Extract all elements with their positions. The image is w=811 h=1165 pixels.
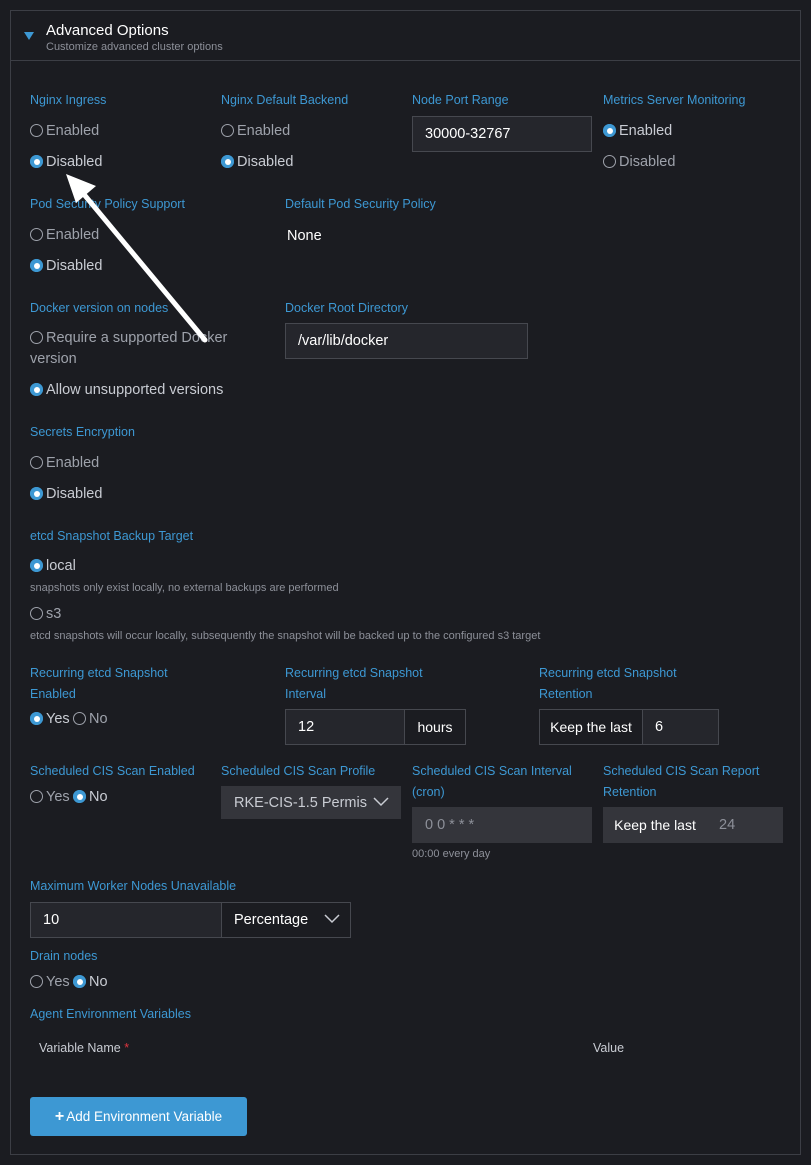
secrets-encryption-label: Secrets Encryption	[30, 425, 135, 439]
node-port-range-label: Node Port Range	[412, 93, 509, 107]
recurring-enabled-label: Recurring etcd Snapshot	[30, 666, 168, 680]
radio-on-icon[interactable]	[73, 975, 86, 988]
radio-off-icon[interactable]	[30, 975, 43, 988]
radio-on-icon[interactable]	[30, 487, 43, 500]
nginx-backend-enabled-radio[interactable]: Enabled	[221, 123, 290, 139]
value-header: Value	[593, 1041, 625, 1055]
plus-icon: +	[54, 1107, 65, 1125]
radio-on-icon[interactable]	[30, 155, 43, 168]
cis-interval-help: 00:00 every day	[412, 848, 491, 860]
recurring-enabled-no-radio[interactable]: No	[73, 711, 108, 727]
variable-name-header: Variable Name *	[39, 1041, 130, 1055]
radio-off-icon[interactable]	[30, 124, 43, 137]
cis-enabled-no-radio[interactable]: No	[73, 789, 108, 805]
nginx-ingress-enabled-radio[interactable]: Enabled	[30, 123, 99, 139]
docker-version-required-radio[interactable]: Require a supported Docker	[30, 330, 227, 346]
add-environment-variable-button[interactable]: + Add Environment Variable	[30, 1097, 247, 1136]
cis-profile-value: RKE-CIS-1.5 Permis	[234, 794, 367, 811]
cis-enabled-yes-radio[interactable]: Yes	[30, 789, 70, 805]
recurring-retention-label-line2: Retention	[539, 687, 593, 701]
cis-retention-label: Scheduled CIS Scan Report	[603, 764, 760, 778]
docker-root-input[interactable]: /var/lib/docker	[285, 323, 528, 359]
nginx-backend-disabled-radio[interactable]: Disabled	[221, 154, 293, 170]
radio-off-icon[interactable]	[30, 456, 43, 469]
section-header[interactable]: Advanced Options Customize advanced clus…	[11, 11, 800, 61]
radio-off-icon[interactable]	[221, 124, 234, 137]
radio-on-icon[interactable]	[30, 712, 43, 725]
node-port-range-input[interactable]: 30000-32767	[412, 116, 592, 152]
psp-support-enabled-radio[interactable]: Enabled	[30, 227, 99, 243]
secrets-encryption-enabled-radio[interactable]: Enabled	[30, 455, 99, 471]
section-title: Advanced Options	[46, 22, 169, 39]
etcd-backup-label: etcd Snapshot Backup Target	[30, 529, 194, 543]
nginx-ingress-label: Nginx Ingress	[30, 93, 107, 107]
radio-on-icon[interactable]	[73, 790, 86, 803]
drain-nodes-no-radio[interactable]: No	[73, 974, 108, 990]
max-unavailable-unit-value: Percentage	[234, 912, 309, 928]
agent-env-label: Agent Environment Variables	[30, 1007, 191, 1021]
etcd-backup-s3-help: etcd snapshots will occur locally, subse…	[30, 630, 541, 642]
default-psp-value: None	[287, 228, 322, 244]
recurring-enabled-label-line2: Enabled	[30, 687, 76, 701]
cis-interval-label: Scheduled CIS Scan Interval	[412, 764, 572, 778]
nginx-backend-label: Nginx Default Backend	[221, 93, 349, 107]
recurring-interval-label-line2: Interval	[285, 687, 326, 701]
radio-off-icon[interactable]	[30, 790, 43, 803]
docker-root-label: Docker Root Directory	[285, 301, 408, 315]
docker-version-required-label-line2: version	[30, 351, 77, 367]
metrics-server-enabled-radio[interactable]: Enabled	[603, 123, 672, 139]
radio-off-icon[interactable]	[30, 228, 43, 241]
required-marker: *	[124, 1041, 130, 1055]
etcd-backup-local-radio[interactable]: local	[30, 558, 76, 574]
recurring-enabled-yes-radio[interactable]: Yes	[30, 711, 70, 727]
chevron-down-icon[interactable]	[372, 796, 390, 808]
cis-interval-input[interactable]: 0 0 * * *	[412, 807, 592, 843]
chevron-down-icon[interactable]	[24, 32, 34, 40]
section-subtitle: Customize advanced cluster options	[46, 41, 223, 53]
etcd-backup-local-help: snapshots only exist locally, no externa…	[30, 582, 339, 594]
cis-retention-prefix: Keep the last	[603, 807, 707, 843]
cis-profile-label: Scheduled CIS Scan Profile	[221, 764, 376, 778]
recurring-retention-label: Recurring etcd Snapshot	[539, 666, 677, 680]
docker-version-label: Docker version on nodes	[30, 301, 169, 315]
recurring-interval-label: Recurring etcd Snapshot	[285, 666, 423, 680]
radio-on-icon[interactable]	[30, 259, 43, 272]
cis-retention-label-line2: Retention	[603, 785, 657, 799]
recurring-interval-unit: hours	[404, 709, 466, 745]
max-unavailable-label: Maximum Worker Nodes Unavailable	[30, 879, 237, 893]
metrics-server-disabled-radio[interactable]: Disabled	[603, 154, 675, 170]
drain-nodes-label: Drain nodes	[30, 949, 98, 963]
cis-enabled-label: Scheduled CIS Scan Enabled	[30, 764, 195, 778]
psp-support-label: Pod Security Policy Support	[30, 197, 185, 211]
nginx-ingress-disabled-radio[interactable]: Disabled	[30, 154, 102, 170]
radio-off-icon[interactable]	[30, 331, 43, 344]
radio-on-icon[interactable]	[30, 383, 43, 396]
psp-support-disabled-radio[interactable]: Disabled	[30, 258, 102, 274]
radio-on-icon[interactable]	[30, 559, 43, 572]
recurring-interval-input[interactable]: 12	[285, 709, 405, 745]
metrics-server-label: Metrics Server Monitoring	[603, 93, 746, 107]
add-environment-variable-label: Add Environment Variable	[66, 1109, 223, 1124]
cis-retention-input[interactable]: 24	[706, 807, 783, 843]
recurring-retention-input[interactable]: 6	[642, 709, 719, 745]
recurring-retention-prefix: Keep the last	[539, 709, 643, 745]
radio-off-icon[interactable]	[30, 607, 43, 620]
radio-on-icon[interactable]	[221, 155, 234, 168]
max-unavailable-input[interactable]: 10	[30, 902, 222, 938]
etcd-backup-s3-radio[interactable]: s3	[30, 606, 61, 622]
radio-off-icon[interactable]	[73, 712, 86, 725]
chevron-down-icon[interactable]	[323, 913, 341, 925]
drain-nodes-yes-radio[interactable]: Yes	[30, 974, 70, 990]
radio-off-icon[interactable]	[603, 155, 616, 168]
cis-interval-label-line2: (cron)	[412, 785, 445, 799]
docker-version-allow-radio[interactable]: Allow unsupported versions	[30, 382, 223, 398]
default-psp-label: Default Pod Security Policy	[285, 197, 436, 211]
radio-on-icon[interactable]	[603, 124, 616, 137]
secrets-encryption-disabled-radio[interactable]: Disabled	[30, 486, 102, 502]
